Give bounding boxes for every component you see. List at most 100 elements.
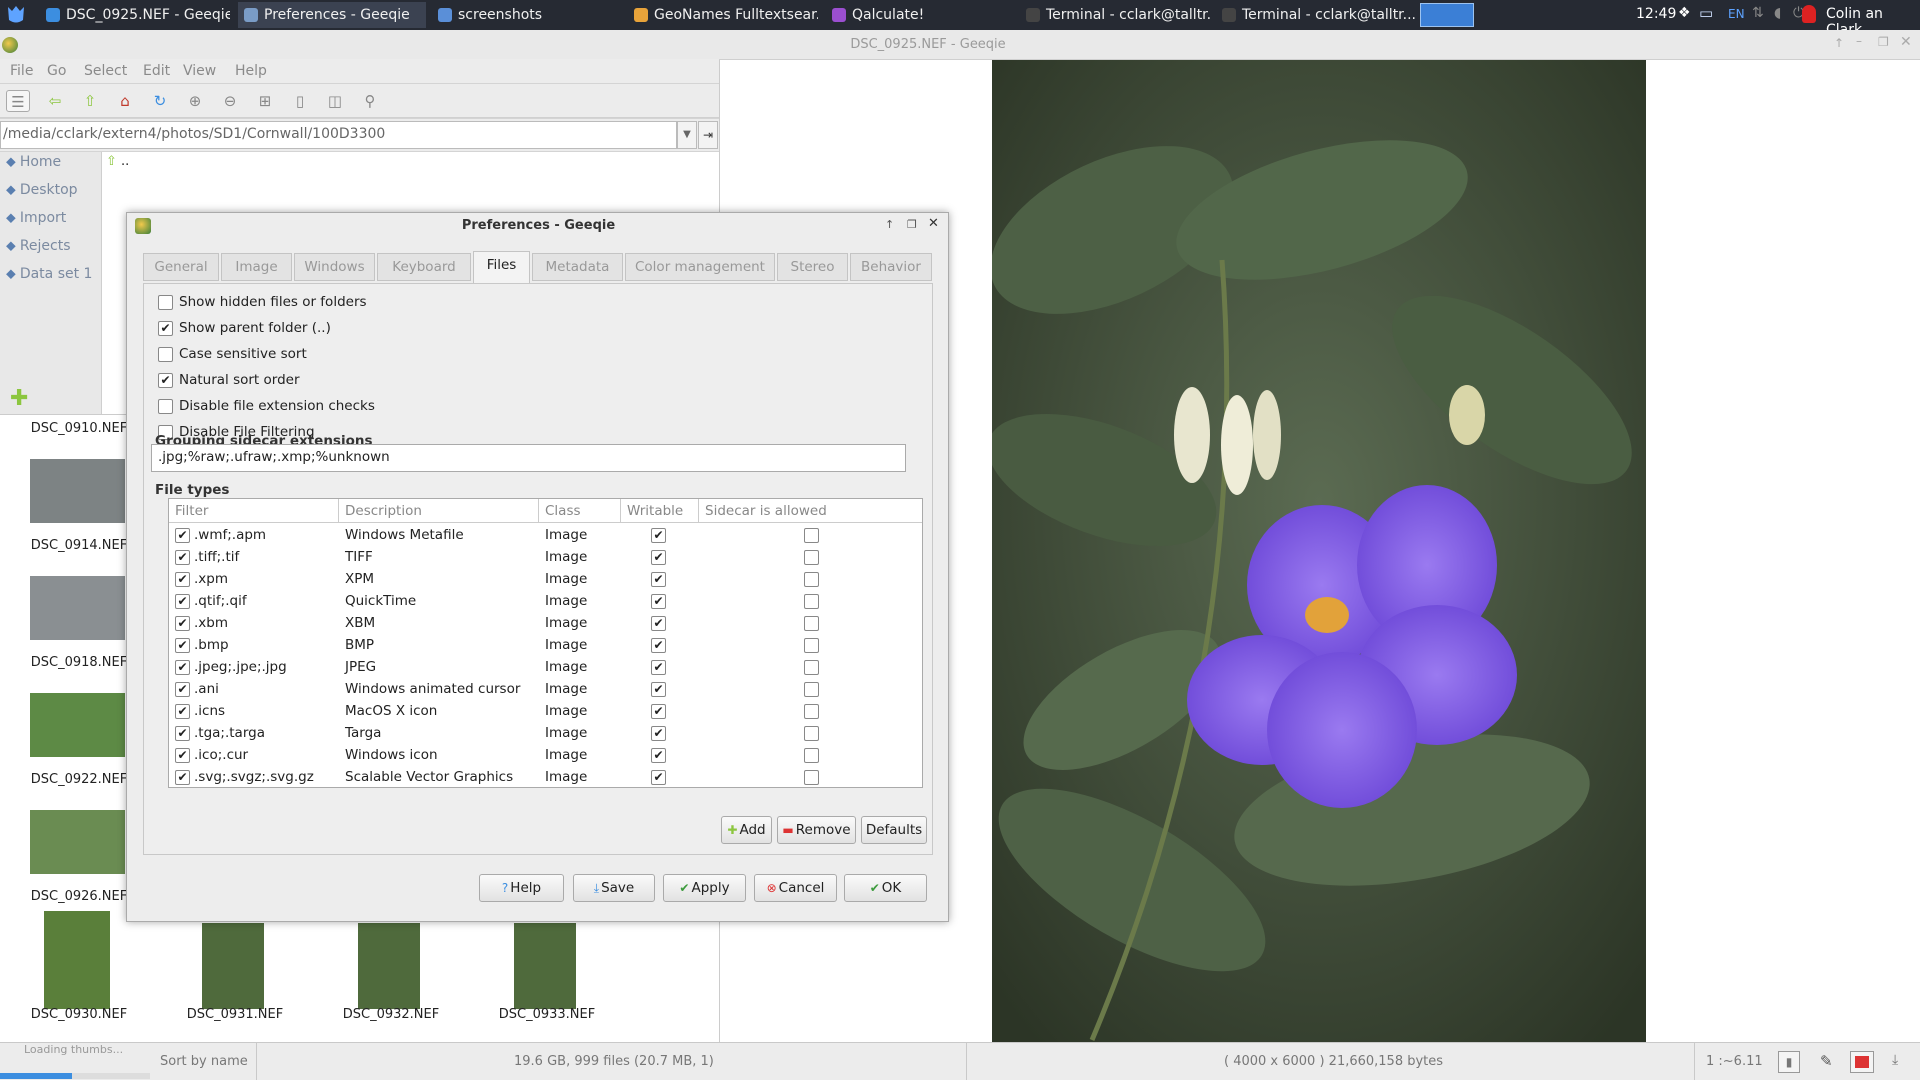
refresh-icon[interactable]: ↻ xyxy=(148,90,172,112)
thumbnail-label[interactable]: DSC_0931.NEF xyxy=(170,1007,300,1022)
bookmark-item[interactable]: ⬥ Home xyxy=(6,154,61,170)
checkbox-checked[interactable]: ✔ xyxy=(158,320,173,336)
taskbar-task[interactable]: Qalculate! xyxy=(826,2,1012,28)
path-dropdown-icon[interactable]: ▼ xyxy=(677,121,697,149)
filter-enabled-checkbox[interactable]: ✔ xyxy=(175,593,190,609)
save-metadata-icon[interactable]: ⤓ xyxy=(1892,1052,1898,1068)
apply-button[interactable]: ✔ Apply xyxy=(663,874,746,902)
ok-button[interactable]: ✔ OK xyxy=(844,874,927,902)
thumbnail-label[interactable]: DSC_0910.NEF xyxy=(14,421,144,436)
window-keep-above-icon[interactable]: ↑ xyxy=(1834,36,1844,50)
sort-button[interactable]: Sort by name xyxy=(160,1054,248,1069)
display-icon[interactable]: ▭ xyxy=(1699,4,1713,22)
volume-icon[interactable]: ◖ xyxy=(1774,5,1781,21)
thumbnail-label[interactable]: DSC_0922.NEF xyxy=(14,772,144,787)
window-minimize-icon[interactable]: – xyxy=(1856,34,1862,48)
zoom-1-1-icon[interactable]: ▯ xyxy=(288,90,312,112)
thumbnail-image[interactable] xyxy=(202,923,264,1009)
writable-checkbox[interactable]: ✔ xyxy=(651,593,666,609)
start-menu-icon[interactable] xyxy=(2,2,30,28)
column-header[interactable]: Filter xyxy=(169,499,339,523)
tab-keyboard[interactable]: Keyboard xyxy=(377,253,471,281)
tab-files[interactable]: Files xyxy=(473,251,530,283)
remove-filter-button[interactable]: ▬ Remove xyxy=(777,816,856,844)
table-row[interactable]: ✔ .xbm XBM Image ✔ xyxy=(169,612,922,634)
thumbnail-label[interactable]: DSC_0926.NEF xyxy=(14,889,144,904)
taskbar-task[interactable]: Preferences - Geeqie xyxy=(238,2,426,28)
sidecar-checkbox[interactable] xyxy=(804,527,819,543)
thumbnail-image[interactable] xyxy=(30,693,125,757)
menu-view[interactable]: View xyxy=(183,63,216,79)
add-bookmark-icon[interactable]: ✚ xyxy=(10,386,28,411)
writable-checkbox[interactable]: ✔ xyxy=(651,725,666,741)
dropbox-icon[interactable]: ❖ xyxy=(1678,5,1691,21)
network-icon[interactable]: ⇅ xyxy=(1752,5,1764,21)
menu-edit[interactable]: Edit xyxy=(143,63,170,79)
writable-checkbox[interactable]: ✔ xyxy=(651,527,666,543)
sidecar-checkbox[interactable] xyxy=(804,615,819,631)
column-header[interactable]: Description xyxy=(339,499,539,523)
taskbar-task[interactable]: GeoNames Fulltextsear... xyxy=(628,2,818,28)
option-row[interactable]: Case sensitive sort xyxy=(158,346,307,366)
taskbar-task[interactable]: Terminal - cclark@talltr... xyxy=(1216,2,1416,28)
thumbnail-label[interactable]: DSC_0918.NEF xyxy=(14,655,144,670)
column-header[interactable]: Sidecar is allowed xyxy=(699,499,922,523)
tab-windows[interactable]: Windows xyxy=(294,253,375,281)
table-row[interactable]: ✔ .ani Windows animated cursor Image ✔ xyxy=(169,678,922,700)
thumbnail-image[interactable] xyxy=(30,459,125,523)
sidecar-checkbox[interactable] xyxy=(804,571,819,587)
filter-enabled-checkbox[interactable]: ✔ xyxy=(175,527,190,543)
writable-checkbox[interactable]: ✔ xyxy=(651,615,666,631)
tab-color-management[interactable]: Color management xyxy=(625,253,775,281)
thumbnail-label[interactable]: DSC_0914.NEF xyxy=(14,538,144,553)
save-button[interactable]: ⤓ Save xyxy=(573,874,655,902)
bookmark-item[interactable]: ⬥ Data set 1 xyxy=(6,266,92,282)
parent-folder-item[interactable]: ⇧ .. xyxy=(106,154,129,169)
filter-enabled-checkbox[interactable]: ✔ xyxy=(175,747,190,763)
filter-enabled-checkbox[interactable]: ✔ xyxy=(175,703,190,719)
table-row[interactable]: ✔ .ico;.cur Windows icon Image ✔ xyxy=(169,744,922,766)
sidecar-checkbox[interactable] xyxy=(804,593,819,609)
window-maximize-icon[interactable]: ❐ xyxy=(1878,35,1889,49)
checkbox-unchecked[interactable] xyxy=(158,346,173,362)
checkbox-unchecked[interactable] xyxy=(158,398,173,414)
tab-stereo[interactable]: Stereo xyxy=(777,253,848,281)
sidecar-checkbox[interactable] xyxy=(804,747,819,763)
thumbnail-label[interactable]: DSC_0933.NEF xyxy=(482,1007,612,1022)
color-picker-icon[interactable]: ✎ xyxy=(1820,1052,1833,1070)
menu-go[interactable]: Go xyxy=(47,63,66,79)
writable-checkbox[interactable]: ✔ xyxy=(651,659,666,675)
dialog-close-icon[interactable]: ✕ xyxy=(928,216,939,231)
thumbnail-image[interactable] xyxy=(44,911,110,1009)
checkbox-unchecked[interactable] xyxy=(158,294,173,310)
tab-metadata[interactable]: Metadata xyxy=(532,253,623,281)
table-row[interactable]: ✔ .xpm XPM Image ✔ xyxy=(169,568,922,590)
taskbar-task[interactable]: DSC_0925.NEF - Geeqie xyxy=(40,2,230,28)
option-row[interactable]: ✔ Natural sort order xyxy=(158,372,300,392)
dialog-maximize-icon[interactable]: ❐ xyxy=(907,218,917,231)
path-input[interactable]: /media/cclark/extern4/photos/SD1/Cornwal… xyxy=(0,121,677,149)
home-icon[interactable]: ⌂ xyxy=(113,90,137,112)
thumbnail-image[interactable] xyxy=(514,923,576,1009)
dialog-keep-above-icon[interactable]: ↑ xyxy=(885,218,894,231)
pin-icon[interactable]: ⚲ xyxy=(358,90,382,112)
option-row[interactable]: Show hidden files or folders xyxy=(158,294,367,314)
add-filter-button[interactable]: ✚ Add xyxy=(721,816,772,844)
workspace-switcher[interactable] xyxy=(1420,3,1474,27)
tab-general[interactable]: General xyxy=(143,253,219,281)
filter-enabled-checkbox[interactable]: ✔ xyxy=(175,659,190,675)
bookmark-item[interactable]: ⬥ Desktop xyxy=(6,182,78,198)
preferences-icon[interactable]: ◫ xyxy=(323,90,347,112)
filter-enabled-checkbox[interactable]: ✔ xyxy=(175,571,190,587)
writable-checkbox[interactable]: ✔ xyxy=(651,549,666,565)
thumbnail-label[interactable]: DSC_0930.NEF xyxy=(14,1007,144,1022)
thumbnails-toggle-icon[interactable]: ☰ xyxy=(6,90,30,112)
sidecar-checkbox[interactable] xyxy=(804,769,819,785)
table-row[interactable]: ✔ .qtif;.qif QuickTime Image ✔ xyxy=(169,590,922,612)
taskbar-task[interactable]: Terminal - cclark@talltr... xyxy=(1020,2,1210,28)
thumbnail-label[interactable]: DSC_0932.NEF xyxy=(326,1007,456,1022)
defaults-button[interactable]: Defaults xyxy=(861,816,927,844)
writable-checkbox[interactable]: ✔ xyxy=(651,769,666,785)
path-go-icon[interactable]: ⇥ xyxy=(698,121,718,149)
back-icon[interactable]: ⇦ xyxy=(43,90,67,112)
